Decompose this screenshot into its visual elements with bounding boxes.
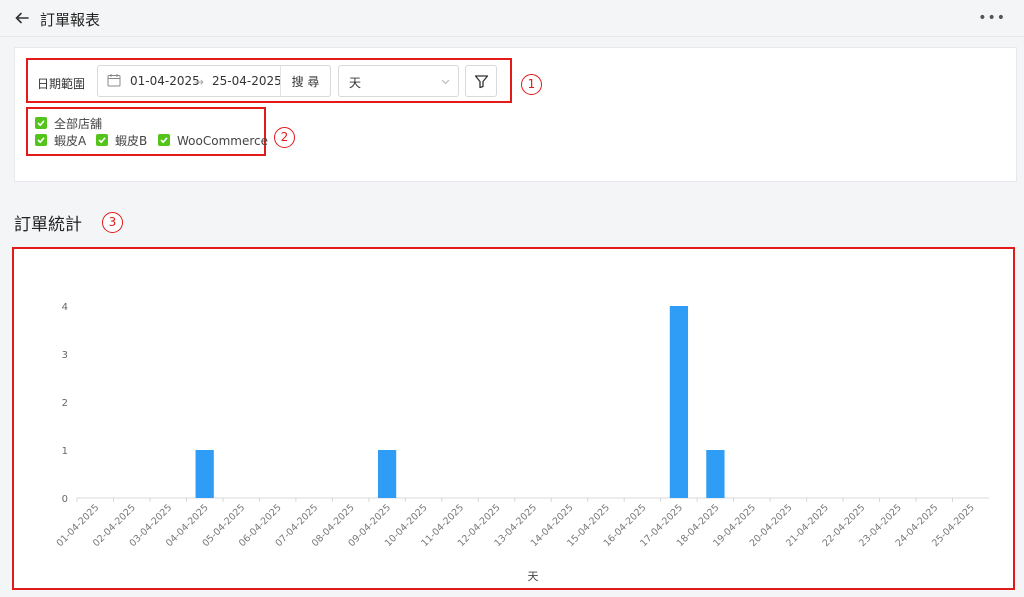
order-stats-chart: 0 1 2 3 4 01-04-2025 02-04-2025 03-04-2025 04-04… (12, 247, 1015, 590)
filter-icon (474, 75, 489, 89)
date-range-label: 日期範圍 (37, 77, 86, 91)
y-tick-label: 0 (62, 494, 68, 505)
bar (377, 450, 397, 498)
top-bar: 訂單報表 ••• (0, 0, 1024, 37)
x-axis-title: 天 (528, 570, 539, 583)
time-unit-value: 天 (349, 76, 362, 90)
checkbox-checked-icon (35, 117, 47, 129)
back-arrow-icon[interactable] (14, 10, 30, 26)
chevron-down-icon (441, 79, 450, 85)
page-title: 訂單報表 (40, 11, 101, 29)
bar (669, 306, 689, 498)
bar (195, 450, 214, 498)
time-unit-select[interactable]: 天 (338, 65, 459, 97)
checkbox-label: 全部店舖 (54, 117, 103, 131)
y-tick-label: 2 (62, 398, 68, 409)
filter-button[interactable] (465, 65, 497, 97)
calendar-icon (107, 74, 121, 87)
section-title: 訂單統計 (14, 215, 82, 235)
y-tick-label: 1 (62, 446, 68, 457)
start-date-input[interactable]: 01-04-2025 (130, 74, 200, 88)
annotation-marker-2: 2 (274, 127, 295, 148)
checkbox-checked-icon (96, 134, 108, 146)
checkbox-label: 蝦皮A (54, 134, 87, 148)
search-button[interactable]: 搜 尋 (280, 65, 331, 97)
checkbox-label: WooCommerce (177, 134, 268, 148)
annotation-marker-1: 1 (521, 74, 542, 95)
annotation-marker-3: 3 (102, 212, 123, 233)
filter-panel: 1 日期範圍 01-04-2025 → 25-04-2025 搜 尋 天 2 全… (14, 47, 1017, 182)
y-tick-label: 4 (62, 302, 68, 313)
more-options-icon[interactable]: ••• (978, 10, 1006, 26)
end-date-input[interactable]: 25-04-2025 (212, 74, 282, 88)
bar (706, 450, 725, 498)
range-arrow-icon: → (194, 75, 205, 89)
checkbox-checked-icon (158, 134, 170, 146)
checkbox-label: 蝦皮B (115, 134, 148, 148)
bar-chart: 0123401-04-202502-04-202503-04-202504-04… (55, 302, 989, 583)
y-tick-label: 3 (62, 350, 68, 361)
checkbox-checked-icon (35, 134, 47, 146)
highlight-box-2 (26, 107, 266, 156)
